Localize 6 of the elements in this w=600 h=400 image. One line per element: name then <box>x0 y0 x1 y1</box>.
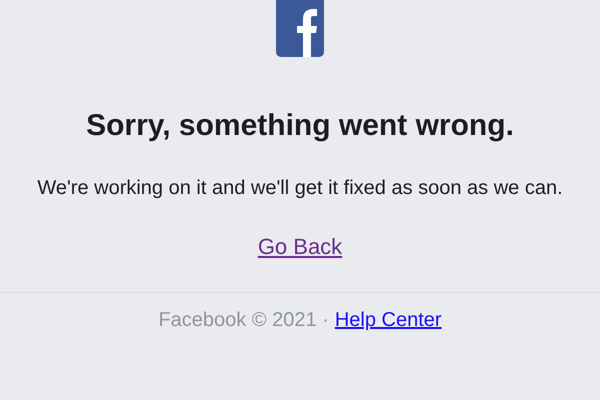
error-heading: Sorry, something went wrong. <box>86 108 514 144</box>
go-back-link[interactable]: Go Back <box>258 234 342 260</box>
error-message: We're working on it and we'll get it fixed as soon as we can. <box>37 176 563 200</box>
footer-text: Facebook © 2021 · <box>158 308 329 333</box>
help-center-link[interactable]: Help Center <box>334 307 442 333</box>
logo-icon <box>276 0 324 57</box>
